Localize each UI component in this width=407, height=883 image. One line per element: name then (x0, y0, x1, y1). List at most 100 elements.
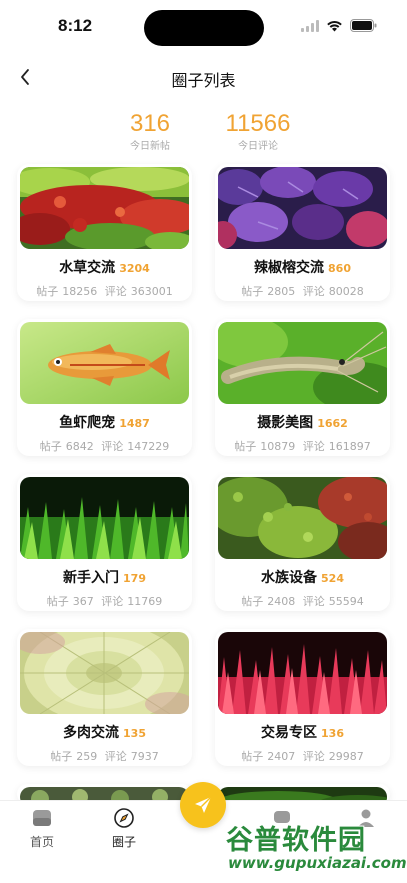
posts-label: 帖子 (241, 285, 264, 298)
comments-count: 147229 (127, 440, 170, 453)
circle-card[interactable]: 鱼虾爬宠 1487 帖子 6842 评论 147229 (17, 319, 192, 456)
circle-meta: 帖子 259 评论 7937 (17, 748, 192, 764)
circle-card[interactable]: 辣椒榕交流 860 帖子 2805 评论 80028 (215, 164, 390, 301)
comments-label: 评论 (104, 750, 127, 763)
page-title: 圈子列表 (171, 71, 236, 90)
circle-title: 多肉交流 135 (17, 722, 192, 742)
circle-title: 鱼虾爬宠 1487 (17, 412, 192, 432)
circle-meta: 帖子 367 评论 11769 (17, 593, 192, 609)
circle-name: 水草交流 (59, 260, 116, 276)
circle-count: 179 (123, 572, 146, 585)
comments-count: 7937 (130, 750, 159, 763)
circle-card[interactable]: 交易专区 136 帖子 2407 评论 29987 (215, 629, 390, 766)
circle-card[interactable]: 新手入门 179 帖子 367 评论 11769 (17, 474, 192, 611)
stat-new-posts: 316 今日新帖 (118, 110, 182, 154)
stat-value: 316 (129, 110, 171, 137)
circle-meta: 帖子 10879 评论 161897 (215, 438, 390, 454)
circle-name: 辣椒榕交流 (254, 260, 325, 276)
circle-thumbnail (218, 632, 387, 714)
stat-value: 11566 (225, 110, 291, 137)
posts-count: 2408 (267, 595, 296, 608)
new-post-button[interactable] (180, 782, 226, 828)
circle-name: 新手入门 (63, 570, 120, 586)
circle-card[interactable]: 摄影美图 1662 帖子 10879 评论 161897 (215, 319, 390, 456)
comments-label: 评论 (104, 285, 127, 298)
comments-count: 55594 (328, 595, 364, 608)
circle-title: 辣椒榕交流 860 (215, 257, 390, 277)
circle-name: 交易专区 (261, 725, 318, 741)
posts-count: 18256 (62, 285, 98, 298)
circle-card[interactable]: 水族设备 524 帖子 2408 评论 55594 (215, 474, 390, 611)
circle-title: 水草交流 3204 (17, 257, 192, 277)
circle-count: 524 (321, 572, 344, 585)
comments-count: 363001 (130, 285, 173, 298)
circle-count: 135 (123, 727, 146, 740)
comments-label: 评论 (101, 440, 124, 453)
circle-meta: 帖子 18256 评论 363001 (17, 283, 192, 299)
nav-bar: 圈子列表 (0, 58, 407, 98)
comments-count: 80028 (328, 285, 364, 298)
today-stats: 316 今日新帖 11566 今日评论 (0, 110, 407, 158)
stat-label: 今日评论 (238, 141, 278, 152)
posts-label: 帖子 (241, 750, 264, 763)
circle-meta: 帖子 2408 评论 55594 (215, 593, 390, 609)
tab-circles[interactable]: 圈子 (94, 807, 154, 850)
circle-thumbnail (218, 167, 387, 249)
circle-thumbnail (20, 632, 189, 714)
circle-card[interactable]: 水草交流 3204 帖子 18256 评论 363001 (17, 164, 192, 301)
circle-name: 多肉交流 (63, 725, 120, 741)
circle-count: 1487 (119, 417, 150, 430)
circle-meta: 帖子 6842 评论 147229 (17, 438, 192, 454)
circle-thumbnail (20, 167, 189, 249)
posts-label: 帖子 (50, 750, 73, 763)
circle-thumbnail (20, 477, 189, 559)
circle-count: 136 (321, 727, 344, 740)
circle-count: 1662 (317, 417, 348, 430)
posts-count: 367 (72, 595, 94, 608)
circle-name: 鱼虾爬宠 (59, 415, 116, 431)
home-icon (33, 810, 51, 826)
posts-count: 2805 (267, 285, 296, 298)
circle-count: 3204 (119, 262, 150, 275)
circle-card[interactable]: 多肉交流 135 帖子 259 评论 7937 (17, 629, 192, 766)
posts-label: 帖子 (36, 285, 59, 298)
posts-count: 10879 (260, 440, 296, 453)
posts-label: 帖子 (234, 440, 257, 453)
status-icons (301, 19, 377, 32)
signal-icon (301, 19, 319, 32)
circle-title: 交易专区 136 (215, 722, 390, 742)
watermark-logo: 谷普软件园 www.gupuxiazai.com (226, 818, 407, 878)
circle-title: 摄影美图 1662 (215, 412, 390, 432)
stat-new-comments: 11566 今日评论 (214, 110, 302, 154)
posts-count: 259 (76, 750, 98, 763)
circle-meta: 帖子 2805 评论 80028 (215, 283, 390, 299)
circle-count: 860 (328, 262, 351, 275)
posts-label: 帖子 (241, 595, 264, 608)
circle-thumbnail (218, 322, 387, 404)
tab-home[interactable]: 首页 (12, 807, 72, 850)
dynamic-island (144, 10, 264, 46)
comments-count: 11769 (127, 595, 163, 608)
comments-label: 评论 (302, 440, 325, 453)
tab-label: 圈子 (111, 835, 136, 849)
battery-icon (350, 19, 377, 32)
circle-thumbnail (20, 322, 189, 404)
comments-count: 161897 (328, 440, 371, 453)
posts-count: 2407 (267, 750, 296, 763)
comments-label: 评论 (302, 285, 325, 298)
circle-meta: 帖子 2407 评论 29987 (215, 748, 390, 764)
circle-name: 水族设备 (261, 570, 318, 586)
comments-label: 评论 (101, 595, 124, 608)
posts-label: 帖子 (46, 595, 69, 608)
compass-icon (114, 808, 134, 828)
send-icon (195, 796, 212, 813)
wifi-icon (327, 20, 342, 31)
tab-label: 首页 (29, 835, 54, 849)
circle-title: 新手入门 179 (17, 567, 192, 587)
posts-count: 6842 (65, 440, 94, 453)
circle-thumbnail (218, 477, 387, 559)
watermark-text: 谷普软件园 (226, 825, 366, 856)
status-bar: 8:12 (0, 0, 407, 54)
watermark-url: www.gupuxiazai.com (228, 854, 407, 872)
circle-title: 水族设备 524 (215, 567, 390, 587)
